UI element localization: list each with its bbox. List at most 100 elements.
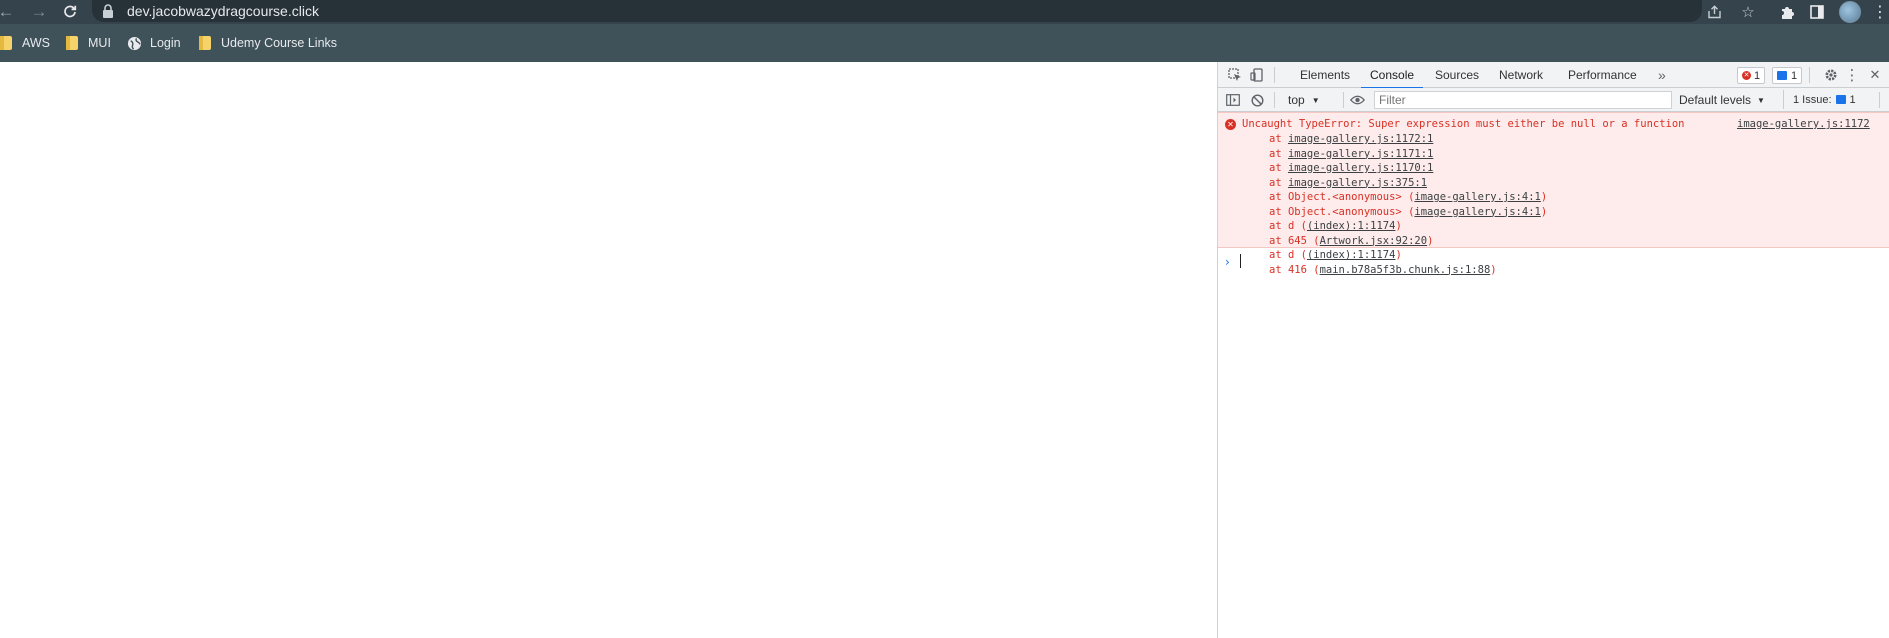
message-icon [1777,71,1787,80]
console-output: ✕ Uncaught TypeError: Super expression m… [1218,112,1889,638]
extensions-button[interactable] [1776,2,1798,22]
dropdown-arrow-icon: ▼ [1311,95,1320,105]
stack-frame-prefix: at [1269,234,1288,247]
bookmark-aws[interactable]: AWS [0,33,50,53]
device-toolbar-button[interactable] [1248,66,1266,84]
close-icon: ✕ [1869,67,1881,82]
toolbar-separator [1879,92,1880,108]
tab-performance[interactable]: Performance [1568,62,1637,88]
bookmark-udemy-course-links[interactable]: Udemy Course Links [199,33,337,53]
error-source-link[interactable]: image-gallery.js:1172 [1737,118,1870,130]
arrow-left-icon: ← [0,2,15,21]
error-icon: ✕ [1742,71,1751,80]
paren-close: ) [1540,191,1548,203]
reload-icon [64,5,77,18]
puzzle-icon [1781,6,1794,19]
bookmarks-bar: AWS MUI Login Udemy Course Links [0,24,1889,62]
log-levels-dropdown[interactable]: Default levels ▼ [1679,91,1765,109]
console-input-caret[interactable] [1240,254,1241,268]
stack-frame-link[interactable]: (index):1:1174 [1307,220,1396,232]
devtools-tab-bar: Elements Console Sources Network Perform… [1218,62,1889,89]
stack-frame: at 416 (main.b78a5f3b.chunk.js:1:88) [1269,263,1547,278]
show-sidebar-button[interactable] [1224,91,1242,109]
clear-console-button[interactable] [1248,91,1266,109]
toolbar-separator [1809,67,1810,83]
bookmark-login[interactable]: Login [127,33,181,53]
inspect-element-button[interactable] [1226,66,1244,84]
stack-frame-link[interactable]: main.b78a5f3b.chunk.js:1:88 [1320,264,1491,276]
folder-icon [66,36,78,50]
dropdown-arrow-icon: ▼ [1757,95,1765,105]
paren-close: ) [1395,249,1402,261]
console-prompt-icon: › [1225,255,1230,269]
profile-avatar[interactable] [1839,1,1861,23]
url-text[interactable]: dev.jacobwazydragcourse.click [127,3,319,19]
stack-frame: at d ((index):1:1174) [1269,248,1547,263]
stack-frame: at image-gallery.js:1171:1 [1269,147,1547,162]
toolbar-separator [1274,67,1275,83]
stack-frame-function: d [1287,220,1301,232]
stack-frame-link[interactable]: image-gallery.js:1172:1 [1288,133,1433,145]
stack-frame-prefix: at [1269,133,1288,145]
tab-network[interactable]: Network [1499,62,1543,88]
stack-frame-link[interactable]: image-gallery.js:4:1 [1414,191,1540,203]
bookmark-mui[interactable]: MUI [66,33,111,53]
page-viewport [0,62,1217,638]
error-count-badge[interactable]: ✕ 1 [1737,67,1766,84]
stack-frame-link[interactable]: image-gallery.js:1171:1 [1288,148,1433,160]
stack-frame-function: 416 [1287,263,1314,276]
stack-frame: at d ((index):1:1174) [1269,219,1547,234]
folder-icon [0,36,12,50]
stack-frame-prefix: at [1269,249,1288,261]
stack-frame-link[interactable]: image-gallery.js:375:1 [1288,177,1427,189]
tab-label: Network [1499,68,1544,82]
folder-icon [199,36,211,50]
browser-menu-button[interactable]: ⋮ [1872,2,1888,22]
error-count: 1 [1754,69,1761,82]
tab-label: Elements [1300,68,1351,82]
back-button[interactable]: ← [0,0,16,24]
issues-count: 1 [1849,93,1856,106]
star-icon: ☆ [1741,4,1755,21]
stack-frame-link[interactable]: (index):1:1174 [1307,249,1396,261]
issues-button[interactable]: 1 Issue: 1 [1783,90,1856,109]
console-filter-input[interactable] [1374,91,1672,109]
gear-icon [1825,69,1837,81]
stack-frame: at image-gallery.js:375:1 [1269,176,1547,191]
tab-sources[interactable]: Sources [1435,62,1479,88]
stack-frame-function: Object.<anonymous> [1287,191,1409,203]
bookmark-label: AWS [22,36,51,50]
live-expression-button[interactable] [1348,91,1366,109]
stack-frame-prefix: at [1269,162,1288,174]
tab-console[interactable]: Console [1360,62,1424,89]
context-label: top [1288,93,1305,107]
stack-frame-link[interactable]: image-gallery.js:1170:1 [1288,162,1433,174]
message-icon [1835,95,1846,104]
stack-frame-prefix: at [1269,220,1288,232]
device-icon [1250,68,1263,82]
toolbar-separator [1274,92,1275,108]
context-selector[interactable]: top ▼ [1288,91,1320,109]
tab-elements[interactable]: Elements [1300,62,1350,88]
address-bar[interactable]: dev.jacobwazydragcourse.click [92,0,1702,22]
forward-button[interactable]: → [28,0,50,24]
stack-frame: at image-gallery.js:1172:1 [1269,132,1547,147]
error-icon: ✕ [1225,119,1236,130]
kebab-icon: ⋮ [1872,4,1888,21]
stack-frame-link[interactable]: image-gallery.js:4:1 [1414,206,1540,218]
share-button[interactable] [1703,2,1725,22]
share-icon [1707,5,1721,19]
log-levels-label: Default levels [1679,93,1752,107]
issues-label: 1 Issue: [1793,93,1832,106]
close-devtools-button[interactable]: ✕ [1866,66,1884,84]
reload-button[interactable] [58,0,82,24]
side-panel-button[interactable] [1806,2,1828,22]
bookmark-star-button[interactable]: ☆ [1737,2,1759,22]
more-tabs-button[interactable]: » [1658,62,1666,88]
stack-frame: at 645 (Artwork.jsx:92:20) [1269,234,1547,249]
devtools-menu-button[interactable]: ⋮ [1843,66,1861,84]
stack-frame-function: Object.<anonymous> [1287,205,1409,218]
stack-frame-link[interactable]: Artwork.jsx:92:20 [1320,235,1427,247]
message-count-badge[interactable]: 1 [1772,67,1803,84]
settings-button[interactable] [1822,66,1840,84]
